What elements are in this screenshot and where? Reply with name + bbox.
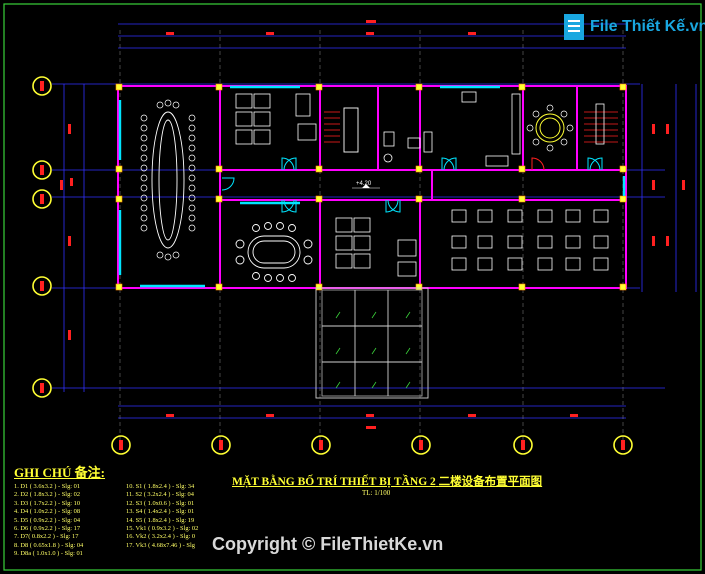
legend-item: 15. Vk1 ( 0.9x3.2 ) - Slg: 02 [126, 525, 199, 533]
drawing-title-vn: MẶT BẰNG BỐ TRÍ THIẾT BỊ TẦNG 2 [232, 476, 436, 488]
legend-item: 3. D3 ( 1.7x2.2 ) - Slg: 10 [14, 499, 81, 507]
dimension-ticks [60, 20, 685, 429]
canopy-marks [335, 311, 411, 389]
legend-col-doors: 1. D1 ( 3.6x3.2 ) - Slg: 01 2. D2 ( 1.8x… [14, 483, 112, 559]
legend-col-windows: 10. S1 ( 1.8x2.4 ) - Slg: 34 11. S2 ( 3.… [126, 483, 224, 559]
brand-logo: File Thiết Kế.vn [560, 10, 705, 44]
fire-door [531, 157, 545, 171]
meeting-table-oval [235, 222, 313, 282]
drawing-title: MẶT BẰNG BỐ TRÍ THIẾT BỊ TẦNG 2 二楼设备布置平面… [232, 473, 542, 489]
legend-item: 7. D7( 0.8x2.2 ) - Slg: 17 [14, 533, 79, 541]
legend-item: 9. D8a ( 1.0x1.0 ) - Slg: 01 [14, 550, 83, 558]
elevator-shaft [343, 107, 359, 153]
grid-lines [119, 30, 624, 440]
legend-item: 2. D2 ( 1.8x3.2 ) - Slg: 02 [14, 491, 81, 499]
legend-item: 1. D1 ( 3.6x3.2 ) - Slg: 01 [14, 483, 81, 490]
staircase [324, 111, 618, 143]
legend-item: 17. Vk3 ( 4.68x7.46 ) - Slg [126, 541, 195, 549]
legend-item: 13. S4 ( 1.4x2.4 ) - Slg: 01 [126, 508, 195, 516]
round-dining-table [535, 113, 565, 143]
office-desks [235, 93, 417, 277]
conference-table-large [151, 111, 185, 249]
legend-item: 4. D4 ( 1.0x2.2 ) - Slg: 08 [14, 508, 81, 516]
dimension-lines [52, 23, 697, 419]
logo-text: File Thiết Kế.vn [590, 18, 705, 35]
windows [118, 85, 626, 288]
level-mark-text: +4.20 [356, 181, 372, 187]
drawing-scale: TL: 1/100 [362, 489, 391, 497]
sanitary-fixtures [383, 91, 521, 167]
legend: GHI CHÚ 备注: 1. D1 ( 3.6x3.2 ) - Slg: 01 … [14, 462, 224, 559]
legend-item: 10. S1 ( 1.8x2.4 ) - Slg: 34 [126, 483, 195, 490]
canopy-grid [315, 287, 429, 399]
legend-item: 5. D5 ( 0.9x2.2 ) - Slg: 04 [14, 516, 81, 524]
legend-item: 6. D6 ( 0.9x2.2 ) - Slg: 17 [14, 525, 81, 533]
conference-chairs [140, 99, 196, 261]
legend-item: 14. S5 ( 1.8x2.4 ) - Slg: 19 [126, 516, 195, 524]
classroom-desks [451, 209, 609, 271]
round-table-chairs [526, 104, 574, 152]
legend-item: 11. S2 ( 3.2x2.4 ) - Slg: 04 [126, 491, 194, 499]
legend-item: 16. Vk2 ( 3.2x2.4 ) - Slg: 0 [126, 533, 196, 541]
legend-item: 8. D8 ( 0.65x1.8 ) - Slg: 04 [14, 541, 84, 549]
drawing-title-cn: 二楼设备布置平面图 [438, 476, 543, 488]
copyright-watermark: Copyright © FileThietKe.vn [212, 534, 444, 554]
level-marker: +4.20 [352, 181, 380, 189]
file-logo-icon [564, 14, 584, 40]
legend-item: 12. S3 ( 1.0x0.6 ) - Slg: 01 [126, 499, 195, 507]
legend-title: GHI CHÚ 备注: [14, 465, 106, 480]
